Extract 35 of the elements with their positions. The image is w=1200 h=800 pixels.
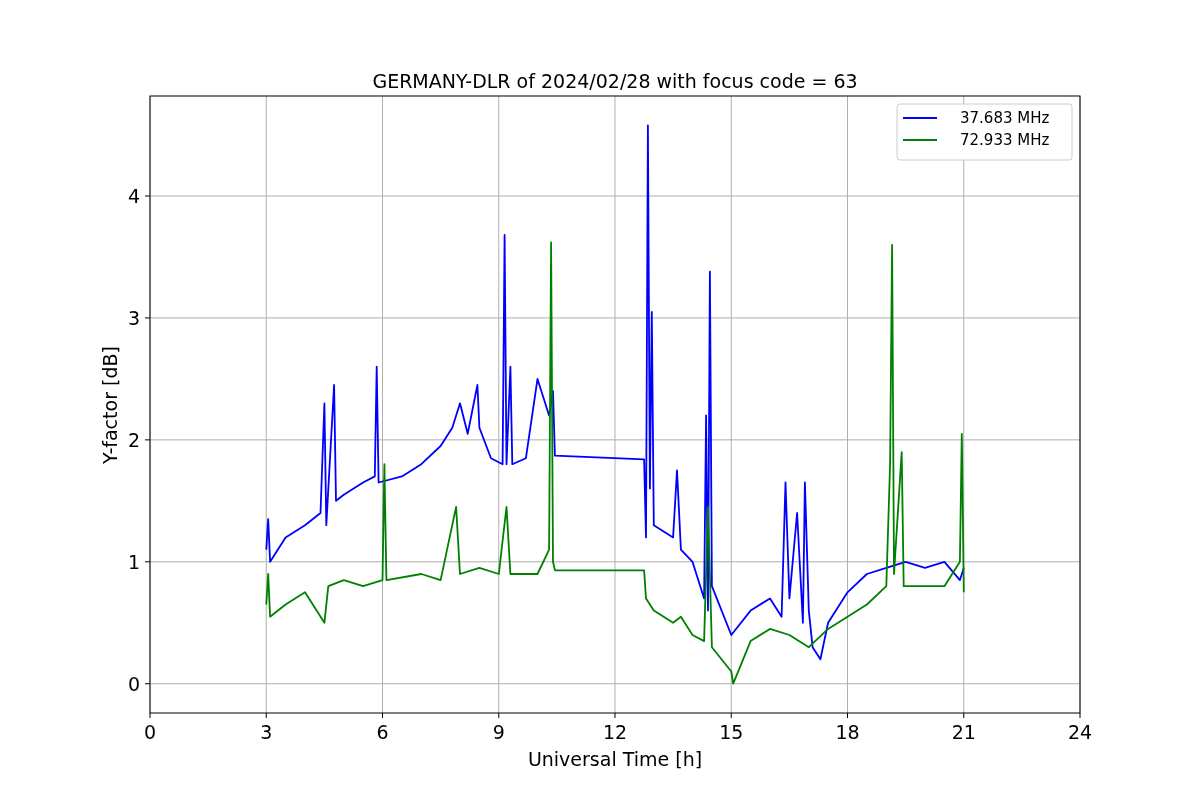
x-tick-mark <box>265 712 267 719</box>
y-tick-mark <box>144 683 151 685</box>
x-tick-label: 24 <box>1067 721 1093 743</box>
legend-label: 72.933 MHz <box>960 131 1050 149</box>
x-tick-mark <box>614 712 616 719</box>
x-tick-label: 21 <box>951 721 976 743</box>
y-tick-mark <box>144 195 151 197</box>
y-axis-label: Y-factor [dB] <box>99 346 121 464</box>
x-axis-label: Universal Time [h] <box>527 748 703 770</box>
x-tick-mark <box>730 712 732 719</box>
x-tick-mark <box>498 712 500 719</box>
x-tick-mark <box>382 712 383 719</box>
y-tick-mark <box>144 317 151 319</box>
x-tick-label: 15 <box>719 721 744 743</box>
y-tick-label: 3 <box>127 306 140 329</box>
y-tick-label: 0 <box>127 672 140 695</box>
legend-line <box>902 139 938 141</box>
x-tick-label: 0 <box>143 721 157 743</box>
x-tick-mark <box>963 712 965 719</box>
x-tick-label: 9 <box>492 721 505 743</box>
y-tick-label: 1 <box>127 550 140 573</box>
legend-line <box>902 117 938 119</box>
y-tick-label: 2 <box>127 428 140 451</box>
x-tick-label: 6 <box>376 721 389 743</box>
x-tick-mark <box>847 712 848 719</box>
x-tick-mark <box>1079 712 1081 719</box>
y-tick-mark <box>144 439 151 441</box>
legend-label: 37.683 MHz <box>960 109 1050 127</box>
x-tick-label: 3 <box>260 721 273 743</box>
x-tick-mark <box>149 712 151 719</box>
x-tick-label: 18 <box>835 721 860 743</box>
y-tick-label: 4 <box>127 185 140 207</box>
chart-title: GERMANY-DLR of 2024/02/28 with focus code = 63 <box>372 70 858 92</box>
y-tick-mark <box>144 561 151 563</box>
x-tick-label: 12 <box>602 721 628 743</box>
